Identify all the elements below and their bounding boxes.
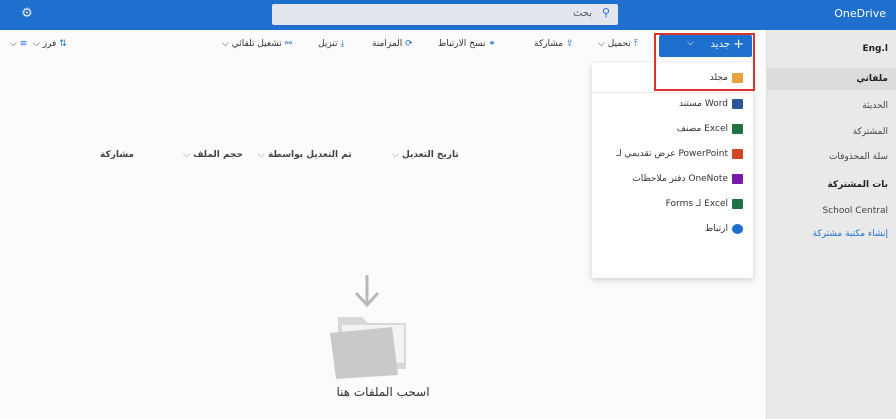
menu-item-label: ارتباط — [704, 224, 728, 234]
powerpoint-icon — [732, 148, 743, 159]
nav-school-central[interactable]: School Central — [822, 206, 888, 216]
chevron-down-icon: ⌵ — [32, 39, 40, 49]
sort-label: فرز — [42, 39, 57, 49]
word-icon — [732, 98, 743, 109]
copy-link-label: نسخ الارتباط — [438, 39, 486, 49]
nav-my-files[interactable]: ملفاتي — [856, 74, 888, 84]
main-content: ⌵ ≡ ⌵ فرز ⇅ ⌵ تشغيل تلقائي ⚯ تنزيل ⤓ الم… — [0, 30, 766, 419]
share-icon: ⇪ — [565, 39, 574, 49]
upload-label: تحميل — [607, 39, 631, 49]
view-options-icon: ≡ — [19, 39, 28, 49]
menu-item-excel[interactable]: مصنف Excel — [677, 119, 743, 139]
sort-icon: ⇅ — [59, 39, 67, 49]
chevron-down-icon: ⌵ — [598, 39, 605, 49]
upload-icon: ⤒ — [633, 39, 638, 49]
link-globe-icon — [732, 223, 743, 234]
automate-icon: ⚯ — [284, 39, 293, 49]
column-file-size[interactable]: ⌵ حجم الملف — [183, 150, 243, 160]
chevron-down-icon: ⌵ — [222, 39, 229, 49]
menu-item-folder[interactable]: مجلد — [710, 68, 743, 88]
column-modified-by[interactable]: ⌵ تم التعديل بواسطة — [258, 150, 352, 160]
search-icon: ⚲ — [601, 6, 610, 19]
create-shared-library-link[interactable]: إنشاء مكتبة مشتركة — [813, 229, 888, 239]
download-label: تنزيل — [318, 39, 338, 49]
column-modified[interactable]: ⌵ تاريخ التعديل — [392, 150, 459, 160]
folder-icon — [732, 72, 743, 83]
menu-item-label: عرض تقديمي لـ PowerPoint — [616, 149, 728, 159]
sync-icon: ⟳ — [405, 39, 413, 49]
column-sharing[interactable]: مشاركة — [100, 150, 134, 160]
new-label: جديد — [710, 39, 730, 50]
menu-item-label: مستند Word — [678, 99, 728, 109]
new-button[interactable]: ⌵ جديد + — [659, 35, 752, 57]
new-dropdown-menu: مجلد مستند Word مصنف Excel عرض تقديمي لـ… — [592, 63, 753, 278]
menu-item-powerpoint[interactable]: عرض تقديمي لـ PowerPoint — [616, 144, 743, 164]
menu-item-label: Forms لـ Excel — [665, 199, 728, 209]
forms-icon — [732, 198, 743, 209]
link-icon: ⚭ — [488, 39, 496, 49]
nav-shared-libraries-heading: بات المشتركة — [827, 180, 888, 190]
menu-item-link[interactable]: ارتباط — [705, 219, 743, 239]
share-label: مشاركة — [534, 39, 564, 49]
menu-item-label: مجلد — [709, 73, 728, 83]
automate-button[interactable]: ⌵ تشغيل تلقائي ⚯ — [222, 39, 292, 49]
plus-icon: + — [733, 37, 744, 52]
sync-label: المزامنة — [372, 39, 403, 49]
chevron-down-icon: ⌵ — [687, 38, 694, 48]
upload-button[interactable]: ⌵ تحميل ⤒ — [598, 39, 638, 49]
chevron-down-icon: ⌵ — [258, 150, 265, 160]
column-label: حجم الملف — [192, 150, 244, 160]
menu-item-forms[interactable]: Forms لـ Excel — [666, 194, 743, 214]
command-bar: ⌵ ≡ ⌵ فرز ⇅ ⌵ تشغيل تلقائي ⚯ تنزيل ⤓ الم… — [0, 30, 766, 60]
nav-shared[interactable]: المشتركة — [853, 127, 888, 137]
chevron-down-icon: ⌵ — [10, 39, 17, 49]
nav-recent[interactable]: الحديثة — [862, 101, 888, 111]
navigation-pane: Eng.l ملفاتي الحديثة المشتركة سلة المحذو… — [766, 30, 896, 419]
nav-recycle-bin[interactable]: سلة المحذوفات — [829, 152, 888, 162]
download-icon: ⤓ — [340, 39, 345, 49]
search-box[interactable]: بحث ⚲ — [272, 4, 618, 25]
download-button[interactable]: تنزيل ⤓ — [318, 39, 344, 49]
search-placeholder: بحث — [572, 8, 592, 19]
chevron-down-icon: ⌵ — [183, 150, 190, 160]
empty-folder-icon — [330, 275, 406, 379]
sync-button[interactable]: المزامنة ⟳ — [372, 39, 413, 49]
user-name: Eng.l — [862, 44, 888, 54]
column-label: تم التعديل بواسطة — [267, 150, 352, 160]
column-label: تاريخ التعديل — [401, 150, 459, 160]
automate-label: تشغيل تلقائي — [231, 39, 282, 49]
menu-item-label: مصنف Excel — [676, 124, 728, 134]
menu-divider — [592, 92, 753, 93]
chevron-down-icon: ⌵ — [392, 150, 399, 160]
sort-button[interactable]: ⌵ ≡ ⌵ فرز ⇅ — [10, 39, 67, 49]
excel-icon — [732, 123, 743, 134]
empty-state-message: اسحب الملفات هنا — [336, 385, 430, 399]
menu-item-word[interactable]: مستند Word — [679, 94, 743, 114]
settings-icon[interactable]: ⚙ — [18, 5, 36, 23]
onenote-icon — [732, 173, 743, 184]
copy-link-button[interactable]: نسخ الارتباط ⚭ — [438, 39, 496, 49]
app-title[interactable]: OneDrive — [834, 7, 886, 20]
top-bar: ⚙ بحث ⚲ OneDrive — [0, 0, 896, 30]
share-button[interactable]: مشاركة ⇪ — [534, 39, 573, 49]
menu-item-onenote[interactable]: دفتر ملاحظات OneNote — [632, 169, 743, 189]
menu-item-label: دفتر ملاحظات OneNote — [632, 174, 728, 184]
